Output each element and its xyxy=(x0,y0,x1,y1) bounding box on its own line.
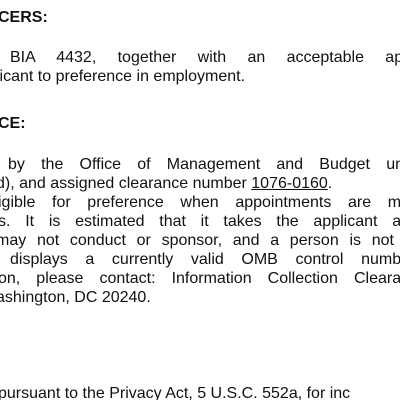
document-page: CERS: BIA 4432, together with an accepta… xyxy=(0,0,400,400)
notice-line-1: by the Office of Management and Budget u… xyxy=(8,156,400,173)
notice-line-6: displays a currently valid OMB control n… xyxy=(10,251,400,268)
clearance-number: 1076-0160 xyxy=(251,175,328,192)
section-heading-notice: CE: xyxy=(0,115,26,132)
paragraph-form-line-2: licant to preference in employment. xyxy=(0,68,246,85)
paragraph-form-line-1: BIA 4432, together with an acceptable ap… xyxy=(10,49,400,66)
notice-line-7: on, please contact: Information Collecti… xyxy=(0,270,400,287)
notice-line-8: ashington, DC 20240. xyxy=(0,289,151,306)
notice-line-3: igible for preference when appointments … xyxy=(0,194,400,211)
notice-line-4: s. It is estimated that it takes the app… xyxy=(0,213,400,230)
notice-line-2-end: . xyxy=(327,175,333,192)
notice-line-5: may not conduct or sponsor, and a person… xyxy=(0,232,400,249)
section-heading-officers: CERS: xyxy=(0,9,48,26)
privacy-act-line-1: pursuant to the Privacy Act, 5 U.S.C. 55… xyxy=(0,385,351,400)
notice-line-2-text: d), and assigned clearance number xyxy=(0,175,252,192)
notice-line-2: d), and assigned clearance number 1076-0… xyxy=(0,174,332,193)
